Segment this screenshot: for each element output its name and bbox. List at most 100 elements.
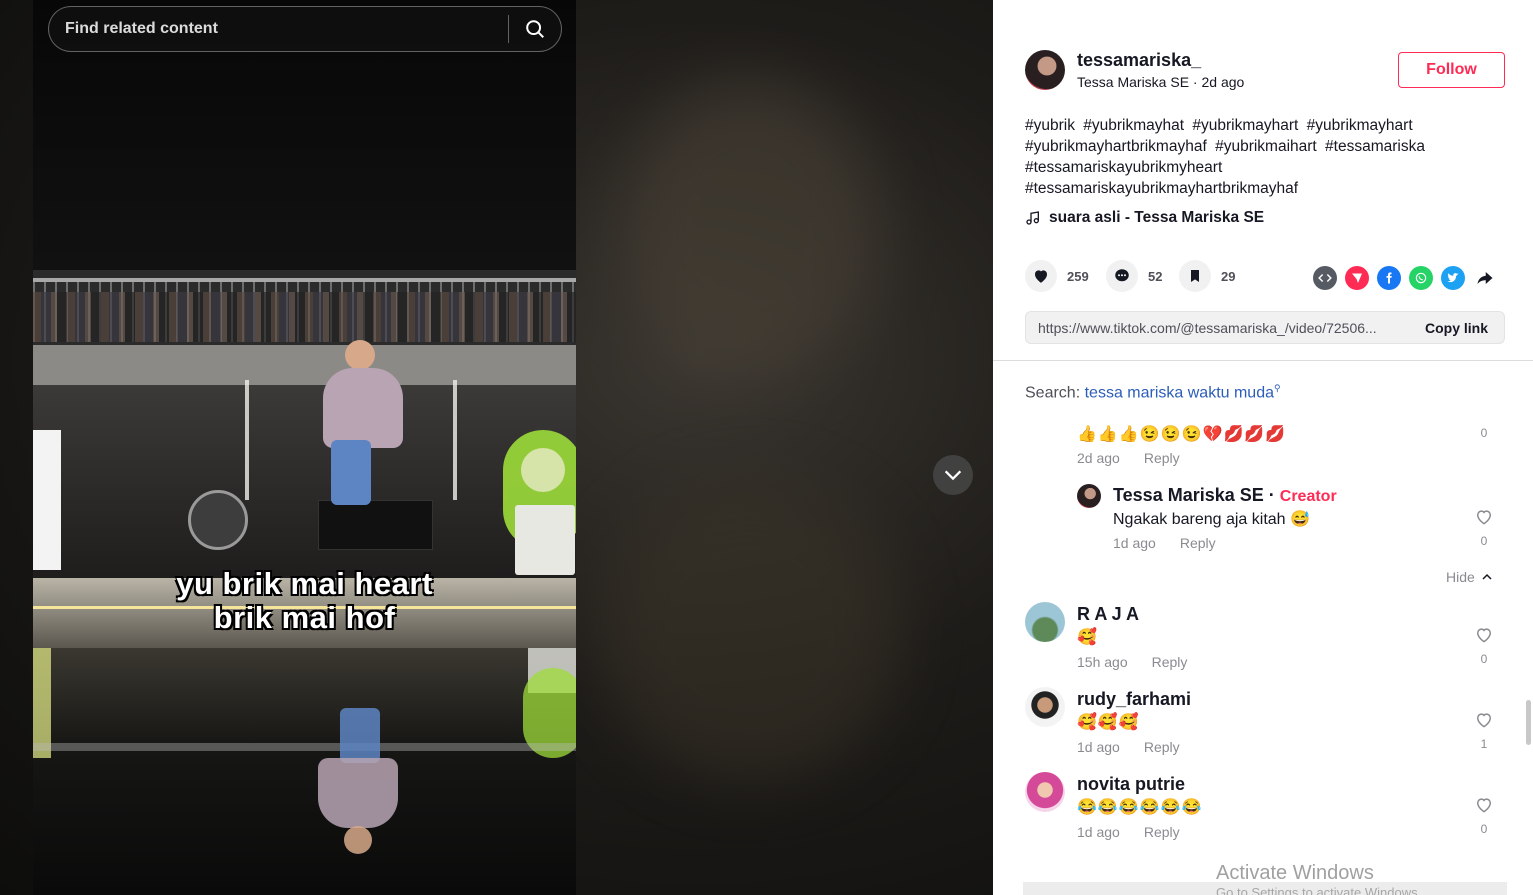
hashtag-link[interactable]: #tessamariskayubrikmayhartbrikmayhaf xyxy=(1025,180,1298,197)
reply-button[interactable]: Reply xyxy=(1144,824,1180,840)
comment-button[interactable]: 52 xyxy=(1106,260,1162,292)
hashtag-link[interactable]: #yubrikmaihart xyxy=(1215,138,1317,155)
comment-item: rudy_farhami 🥰🥰🥰 1d ago Reply 1 xyxy=(993,685,1533,760)
comment-item: 👍👍👍😉😉😉💔💋💋💋 2d ago Reply 0 xyxy=(993,420,1533,470)
comment-like-count: 1 xyxy=(1480,737,1488,751)
video-description: #yubrik #yubrikmayhat #yubrikmayhart #yu… xyxy=(1025,115,1505,199)
video-url[interactable]: https://www.tiktok.com/@tessamariska_/vi… xyxy=(1026,320,1409,336)
comment-text: 🥰🥰🥰 xyxy=(1077,714,1140,731)
heart-outline-icon xyxy=(1476,510,1492,525)
hashtag-link[interactable]: #yubrikmayhart xyxy=(1192,117,1298,134)
post-time: 2d ago xyxy=(1201,74,1245,90)
music-title: suara asli - Tessa Mariska SE xyxy=(1049,209,1265,226)
video-player[interactable]: yu brik mai heart brik mai hof xyxy=(33,0,576,895)
hide-replies-button[interactable]: Hide xyxy=(1446,569,1493,585)
share-arrow-icon[interactable] xyxy=(1473,266,1497,290)
video-reflection xyxy=(33,648,576,895)
comment-text: Ngakak bareng aja kitah 😅 xyxy=(1113,511,1310,528)
comment-item: R A J A 🥰 15h ago Reply 0 xyxy=(993,600,1533,675)
reply-button[interactable]: Reply xyxy=(1144,739,1180,755)
music-link[interactable]: suara asli - Tessa Mariska SE xyxy=(1025,209,1264,227)
embed-icon[interactable] xyxy=(1313,266,1337,290)
favorite-button[interactable]: 29 xyxy=(1179,260,1235,292)
comment-like-count: 0 xyxy=(1480,822,1488,836)
comment-item: Tessa Mariska SE · Creator Ngakak bareng… xyxy=(993,482,1533,557)
hide-label: Hide xyxy=(1446,569,1475,585)
stage-light xyxy=(453,380,457,500)
related-search-input[interactable] xyxy=(49,7,508,51)
twitter-icon[interactable] xyxy=(1441,266,1465,290)
comment-time: 15h ago xyxy=(1077,654,1128,670)
section-divider xyxy=(993,360,1533,361)
commenter-avatar[interactable] xyxy=(1025,602,1065,642)
comment-like[interactable]: 0 xyxy=(1472,795,1496,836)
hashtag-link[interactable]: #yubrikmayhat xyxy=(1083,117,1184,134)
follow-button[interactable]: Follow xyxy=(1398,52,1505,88)
search-icon xyxy=(526,20,544,38)
whatsapp-icon[interactable] xyxy=(1409,266,1433,290)
heart-outline-icon xyxy=(1476,628,1492,643)
related-search-bar[interactable] xyxy=(48,6,562,52)
search-prefix: Search: xyxy=(1025,384,1081,402)
comment-meta: 2d ago Reply xyxy=(1077,450,1180,466)
search-small-icon: ⚲ xyxy=(1274,383,1281,393)
hashtag-link[interactable]: #yubrikmayhartbrikmayhaf xyxy=(1025,138,1207,155)
hashtag-link[interactable]: #yubrikmayhart xyxy=(1307,117,1413,134)
send-icon[interactable] xyxy=(1345,266,1369,290)
comment-like-count: 0 xyxy=(1480,652,1488,666)
hashtag-link[interactable]: #tessamariskayubrikmyheart xyxy=(1025,159,1222,176)
like-button[interactable]: 259 xyxy=(1025,260,1089,292)
music-note-icon xyxy=(1026,211,1039,225)
comment-time: 1d ago xyxy=(1077,739,1120,755)
comment-meta: 1d ago Reply xyxy=(1113,535,1216,551)
search-button[interactable] xyxy=(509,7,561,51)
favorite-count: 29 xyxy=(1221,268,1236,284)
sponsor-box xyxy=(515,505,575,575)
comment-meta: 15h ago Reply xyxy=(1077,654,1187,670)
page: yu brik mai heart brik mai hof tess xyxy=(0,0,1533,895)
reply-button[interactable]: Reply xyxy=(1152,654,1188,670)
background-blur xyxy=(620,80,880,380)
heart-icon xyxy=(1035,270,1047,283)
reply-button[interactable]: Reply xyxy=(1144,450,1180,466)
author-subtitle: Tessa Mariska SE · 2d ago xyxy=(1077,74,1245,90)
hashtag-link[interactable]: #tessamariska xyxy=(1325,138,1425,155)
commenter-avatar[interactable] xyxy=(1077,484,1101,508)
comment-text: 😂😂😂😂😂😂 xyxy=(1077,799,1203,816)
search-suggestion-link[interactable]: tessa mariska waktu muda xyxy=(1085,384,1274,401)
comment-like[interactable]: 0 xyxy=(1472,625,1496,666)
commenter-name[interactable]: rudy_farhami xyxy=(1077,689,1191,710)
comment-meta: 1d ago Reply xyxy=(1077,739,1180,755)
author-avatar[interactable] xyxy=(1025,50,1065,90)
comment-text: 🥰 xyxy=(1077,629,1098,646)
comment-like[interactable]: 0 xyxy=(1472,507,1496,548)
share-icons xyxy=(1313,266,1497,290)
comment-like-count: 0 xyxy=(1480,426,1488,440)
windows-activation-title: Activate Windows xyxy=(1216,862,1374,884)
comment-like[interactable]: 1 xyxy=(1472,710,1496,751)
author-username[interactable]: tessamariska_ xyxy=(1077,50,1201,71)
video-pane: yu brik mai heart brik mai hof xyxy=(0,0,993,895)
next-video-button[interactable] xyxy=(933,455,973,495)
video-link-box: https://www.tiktok.com/@tessamariska_/vi… xyxy=(1025,311,1505,344)
commenter-avatar[interactable] xyxy=(1025,772,1065,812)
author-display-name: Tessa Mariska SE xyxy=(1077,74,1190,90)
comment-time: 2d ago xyxy=(1077,450,1120,466)
comment-like[interactable]: 0 xyxy=(1472,424,1496,440)
commenter-avatar[interactable] xyxy=(1025,687,1065,727)
hashtag-link[interactable]: #yubrik xyxy=(1025,117,1075,134)
heart-outline-icon xyxy=(1476,798,1492,813)
chevron-down-icon xyxy=(944,470,962,481)
commenter-name[interactable]: R A J A xyxy=(1077,604,1139,625)
facebook-icon[interactable] xyxy=(1377,266,1401,290)
details-panel: tessamariska_ Tessa Mariska SE · 2d ago … xyxy=(993,0,1533,895)
commenter-name[interactable]: novita putrie xyxy=(1077,774,1185,795)
copy-link-button[interactable]: Copy link xyxy=(1409,320,1504,336)
comment-text: 👍👍👍😉😉😉💔💋💋💋 xyxy=(1077,426,1287,443)
reply-button[interactable]: Reply xyxy=(1180,535,1216,551)
comment-time: 1d ago xyxy=(1077,824,1120,840)
stage-screen xyxy=(33,430,61,570)
comments-scrollbar[interactable] xyxy=(1526,700,1531,745)
commenter-name[interactable]: Tessa Mariska SE · Creator xyxy=(1113,485,1337,506)
chevron-up-icon xyxy=(1482,573,1492,580)
